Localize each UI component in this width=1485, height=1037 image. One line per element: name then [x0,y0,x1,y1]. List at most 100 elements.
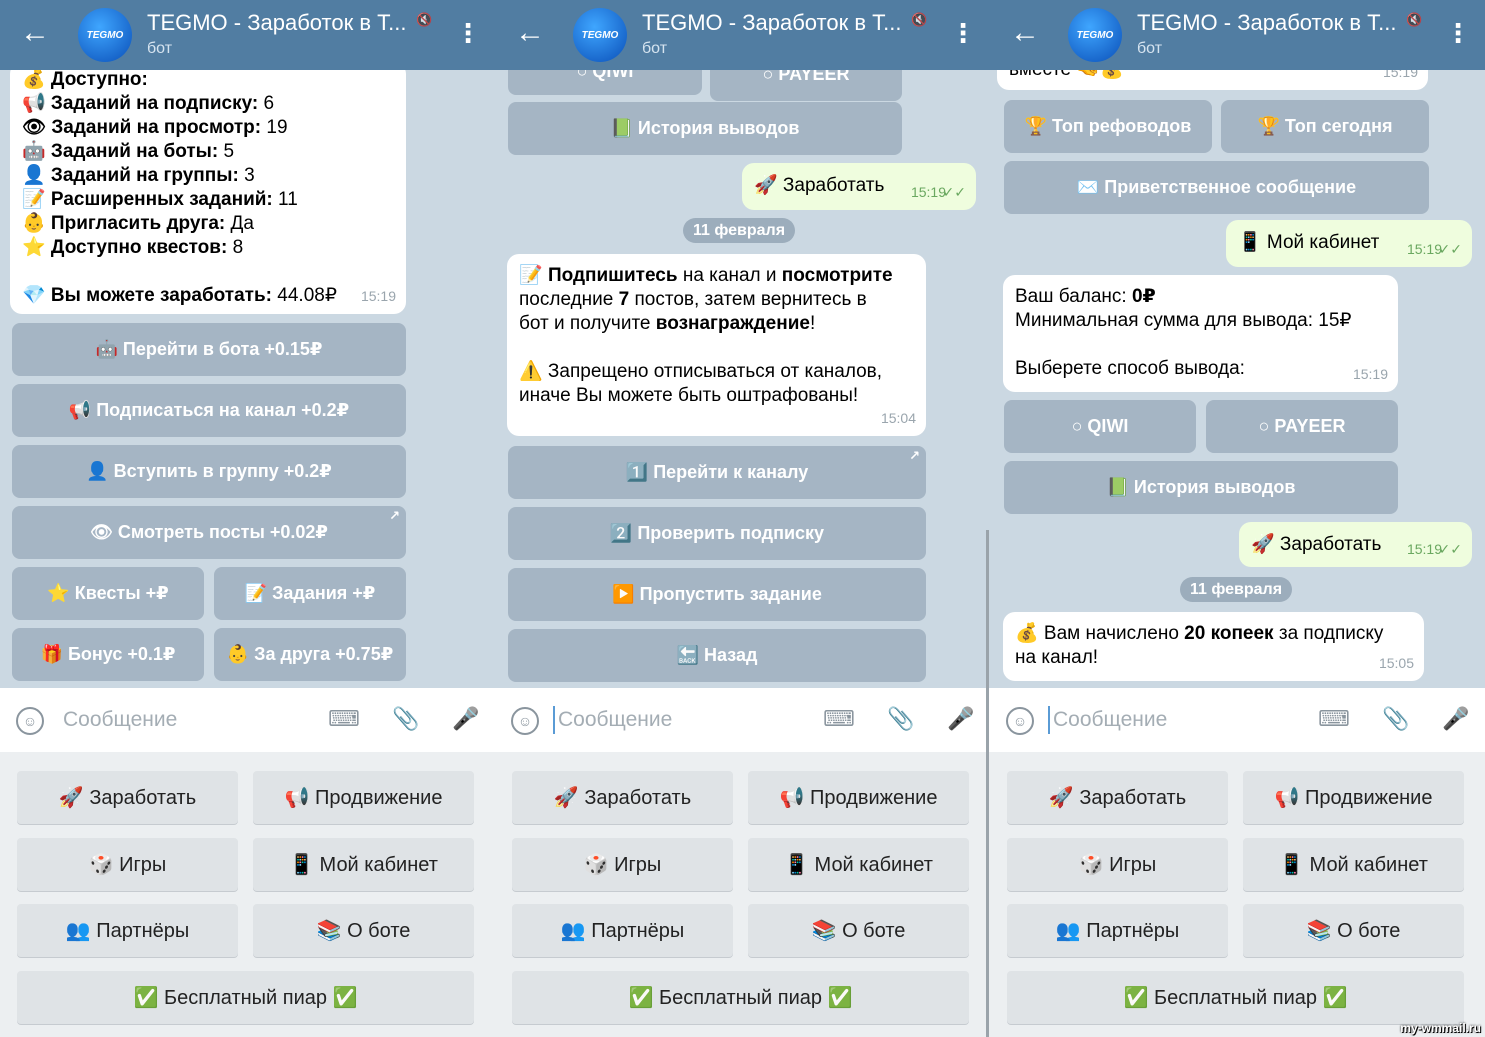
keyboard-button[interactable]: 👥 Партнёры [1007,904,1228,957]
muted-icon: 🔇 [416,12,433,27]
mic-icon[interactable]: 🎤 [947,706,974,732]
keyboard-button[interactable]: 🎲 Игры [512,838,733,891]
attach-icon[interactable]: 📎 [887,706,914,732]
emoji-icon[interactable]: ☺ [16,707,44,735]
keyboard-button[interactable]: ✅ Бесплатный пиар ✅ [1007,971,1464,1024]
keyboard-button[interactable]: 📚 О боте [748,904,969,957]
inline-button[interactable]: 📢 Подписаться на канал +0.2₽ [12,384,406,437]
message-line [22,260,394,284]
mic-icon[interactable]: 🎤 [1442,706,1469,732]
message-input[interactable]: Сообщение [1053,708,1167,732]
attach-icon[interactable]: 📎 [1382,706,1409,732]
inline-button[interactable]: ▶️ Пропустить задание [508,568,926,621]
keyboard-button[interactable]: 🚀 Заработать [512,771,733,824]
keyboard-button[interactable]: 📱 Мой кабинет [1243,838,1464,891]
keyboard-button[interactable]: 📱 Мой кабинет [748,838,969,891]
keyboard-button[interactable]: 👥 Партнёры [512,904,733,957]
message-text: 💰 Доступно: [22,69,148,90]
inline-button-label: 🎁 Бонус +0.1₽ [40,644,176,664]
inline-button[interactable]: 🏆 Топ сегодня [1221,100,1429,153]
keyboard-button[interactable]: 📱 Мой кабинет [253,838,474,891]
inline-button[interactable]: 👤 Вступить в группу +0.2₽ [12,445,406,498]
keyboard-button[interactable]: 📢 Продвижение [1243,771,1464,824]
message-line: 👶 Пригласить друга: Да [22,212,394,236]
more-menu-icon[interactable]: ⋮ [1445,18,1471,48]
open-link-icon: ↗ [389,508,400,523]
keyboard-button[interactable]: ✅ Бесплатный пиар ✅ [17,971,474,1024]
incoming-message: 💰 Вам начислено 20 копеек за подписку на … [1003,612,1424,681]
inline-button[interactable]: 📗 История выводов [1004,461,1398,514]
inline-button[interactable]: 📝 Задания +₽ [214,567,406,620]
keyboard-button[interactable]: 🎲 Игры [1007,838,1228,891]
message-line: 💎 Вы можете заработать: 44.08₽ [22,284,394,308]
keyboard-button[interactable]: 📚 О боте [253,904,474,957]
message-input[interactable]: Сообщение [558,708,672,732]
reply-keyboard: 🚀 Заработать 📢 Продвижение 🎲 Игры 📱 Мой каб… [0,752,495,1037]
bot-avatar[interactable]: TEGMO [573,8,627,62]
message-line: 💰 Доступно: [22,68,394,92]
date-pill: 11 февраля [1180,577,1293,602]
message-text: 8 [227,237,244,258]
message-text: иначе Вы можете быть оштрафованы! [519,385,859,406]
attach-icon[interactable]: 📎 [392,706,419,732]
keyboard-button[interactable]: 🎲 Игры [17,838,238,891]
message-input-bar[interactable]: ☺ Сообщение ⌨ 📎 🎤 [495,688,990,752]
keyboard-icon[interactable]: ⌨ [1318,706,1350,732]
bot-avatar[interactable]: TEGMO [1068,8,1122,62]
keyboard-button[interactable]: 🚀 Заработать [17,771,238,824]
inline-button[interactable]: 1️⃣ Перейти к каналу ↗ [508,446,926,499]
keyboard-button[interactable]: 👥 Партнёры [17,904,238,957]
inline-button[interactable]: 👁 Смотреть посты +0.02₽ ↗ [12,506,406,559]
message-line: 📢 Заданий на подписку: 6 [22,92,394,116]
inline-button-label: 📢 Подписаться на канал +0.2₽ [68,400,350,420]
keyboard-button[interactable]: 📚 О боте [1243,904,1464,957]
inline-button-label: ▶️ Пропустить задание [612,584,822,604]
message-text: 19 [261,117,288,138]
emoji-icon[interactable]: ☺ [511,707,539,735]
message-input-bar[interactable]: ☺ Сообщение ⌨ 📎 🎤 [0,688,495,752]
keyboard-button[interactable]: 🚀 Заработать [1007,771,1228,824]
chat-title[interactable]: TEGMO - Заработок в Т... [642,10,902,36]
emoji-icon[interactable]: ☺ [1006,707,1034,735]
keyboard-button[interactable]: 📢 Продвижение [748,771,969,824]
message-text: на канал! [1015,647,1099,668]
inline-button[interactable]: ○ PAYEER [1206,400,1398,453]
inline-button[interactable]: ○ QIWI [1004,400,1196,453]
inline-button[interactable]: 📗 История выводов [508,102,902,155]
inline-button[interactable]: 2️⃣ Проверить подписку [508,507,926,560]
keyboard-icon[interactable]: ⌨ [328,706,360,732]
inline-button[interactable]: 🔙 Назад [508,629,926,682]
message-line: последние 7 постов, затем вернитесь в [519,288,914,312]
back-arrow-icon[interactable]: ← [20,18,50,48]
inline-button[interactable]: 🤖 Перейти в бота +0.15₽ [12,323,406,376]
mic-icon[interactable]: 🎤 [452,706,479,732]
inline-button[interactable]: ✉️ Приветственное сообщение [1004,161,1429,214]
message-input[interactable]: Сообщение [63,708,177,732]
inline-button[interactable]: 🏆 Топ рефоводов [1004,100,1212,153]
message-text: ⚠️ Запрещено отписываться от каналов, [519,361,883,382]
chat-title[interactable]: TEGMO - Заработок в Т... [1137,10,1397,36]
keyboard-icon[interactable]: ⌨ [823,706,855,732]
more-menu-icon[interactable]: ⋮ [455,18,481,48]
keyboard-button[interactable]: ✅ Бесплатный пиар ✅ [512,971,969,1024]
message-text: 5 [218,141,235,162]
inline-button[interactable]: ⭐ Квесты +₽ [12,567,204,620]
message-time: 15:19 [1406,241,1442,257]
message-input-bar[interactable]: ☺ Сообщение ⌨ 📎 🎤 [990,688,1485,752]
back-arrow-icon[interactable]: ← [1010,18,1040,48]
inline-button[interactable]: 👶 За друга +0.75₽ [214,628,406,681]
message-line: 🤖 Заданий на боты: 5 [22,140,394,164]
more-menu-icon[interactable]: ⋮ [950,18,976,48]
chat-title[interactable]: TEGMO - Заработок в Т... [147,10,407,36]
inline-button[interactable]: 🎁 Бонус +0.1₽ [12,628,204,681]
incoming-message: 📝 Подпишитесь на канал и посмотрите после… [507,254,926,436]
bot-avatar[interactable]: TEGMO [78,8,132,62]
open-link-icon: ↗ [909,448,920,463]
back-arrow-icon[interactable]: ← [515,18,545,48]
message-line: 📝 Расширенных заданий: 11 [22,188,394,212]
message-text: вознаграждение [655,313,810,334]
message-text: 🚀 Заработать [754,175,885,196]
text-caret [1048,706,1050,734]
message-text: постов, затем вернитесь в [629,289,867,310]
keyboard-button[interactable]: 📢 Продвижение [253,771,474,824]
